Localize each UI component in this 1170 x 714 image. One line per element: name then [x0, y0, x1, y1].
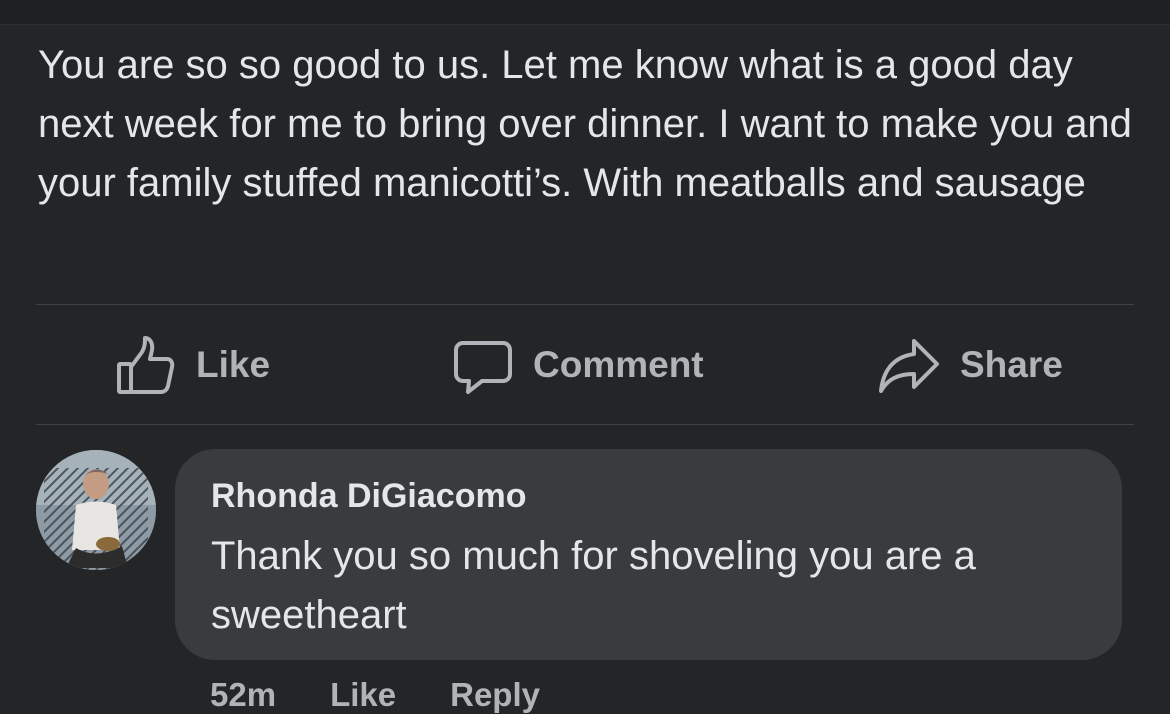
- comment-button[interactable]: Comment: [453, 330, 704, 400]
- comment-reply-link[interactable]: Reply: [450, 676, 540, 714]
- divider: [36, 304, 1134, 305]
- top-bar: [0, 0, 1170, 25]
- comment-meta: 52m Like Reply: [210, 676, 540, 714]
- share-button[interactable]: Share: [878, 330, 1063, 400]
- comment-author-name[interactable]: Rhonda DiGiacomo: [211, 477, 526, 516]
- share-label: Share: [960, 344, 1063, 385]
- divider: [36, 424, 1134, 425]
- comment-label: Comment: [533, 344, 704, 385]
- post-text: You are so so good to us. Let me know wh…: [38, 43, 1144, 205]
- like-button[interactable]: Like: [116, 330, 270, 400]
- speech-bubble-icon: [453, 335, 513, 395]
- like-label: Like: [196, 344, 271, 385]
- thumbs-up-icon: [116, 334, 176, 396]
- comment-timestamp: 52m: [210, 676, 277, 713]
- comment-text: Thank you so much for shoveling you are …: [211, 534, 976, 637]
- avatar[interactable]: [36, 450, 156, 570]
- comment-like-link[interactable]: Like: [330, 676, 396, 714]
- share-arrow-icon: [878, 335, 940, 395]
- comment-bubble: Rhonda DiGiacomo Thank you so much for s…: [175, 449, 1122, 660]
